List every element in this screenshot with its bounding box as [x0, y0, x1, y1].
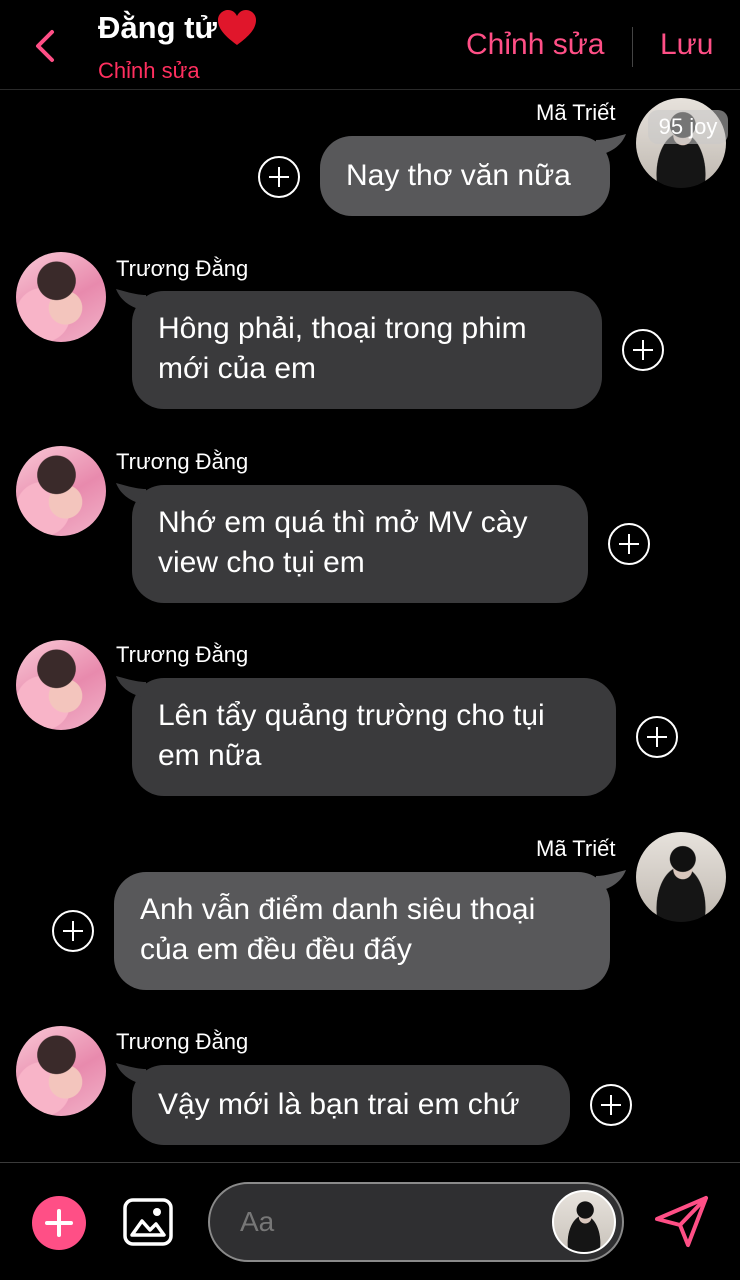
- message-bubble[interactable]: Nay thơ văn nữa: [320, 136, 610, 216]
- input-placeholder: Aa: [240, 1206, 275, 1237]
- composer-bar: Aa: [0, 1162, 740, 1280]
- bubble-tail: [116, 289, 146, 311]
- avatar[interactable]: [16, 446, 106, 536]
- sender-name: Trương Đằng: [116, 256, 249, 281]
- message-bubble[interactable]: Nhớ em quá thì mở MV cày view cho tụi em: [132, 485, 588, 603]
- heart-icon: [218, 10, 256, 45]
- message-text-line: Lên tẩy quảng trường cho tụi: [158, 699, 545, 732]
- message-text: Vậy mới là bạn trai em chứ: [158, 1088, 520, 1121]
- message-text-line: view cho tụi em: [158, 546, 365, 579]
- avatar[interactable]: [636, 832, 726, 922]
- header-bar: Đằng tử Chỉnh sửa Chỉnh sửa Lưu: [0, 0, 740, 90]
- add-reaction-icon[interactable]: [622, 329, 664, 371]
- add-reaction-icon[interactable]: [636, 716, 678, 758]
- bubble-tail: [596, 134, 626, 156]
- add-reaction-icon[interactable]: [590, 1084, 632, 1126]
- bubble-tail: [116, 1063, 146, 1085]
- sender-name: Trương Đằng: [116, 1029, 249, 1054]
- bubble-tail: [116, 483, 146, 505]
- avatar[interactable]: [16, 1026, 106, 1116]
- edit-button[interactable]: Chỉnh sửa: [466, 28, 605, 62]
- message-bubble[interactable]: Hông phải, thoại trong phim mới của em: [132, 291, 602, 409]
- chat-subtitle: Chỉnh sửa: [98, 58, 200, 83]
- message-text: Nay thơ văn nữa: [346, 159, 571, 192]
- sender-avatar[interactable]: [552, 1190, 616, 1254]
- add-reaction-icon[interactable]: [258, 156, 300, 198]
- add-reaction-icon[interactable]: [608, 523, 650, 565]
- avatar-tag: 95 joy: [648, 110, 728, 144]
- add-reaction-icon[interactable]: [52, 910, 94, 952]
- message-bubble[interactable]: Anh vẫn điểm danh siêu thoại của em đều …: [114, 872, 610, 990]
- message-text-line: Anh vẫn điểm danh siêu thoại: [140, 893, 536, 926]
- sender-name: Trương Đằng: [116, 642, 249, 667]
- message-text-line: mới của em: [158, 352, 317, 385]
- message-bubble[interactable]: Lên tẩy quảng trường cho tụi em nữa: [132, 678, 616, 796]
- image-icon[interactable]: [122, 1197, 174, 1247]
- save-button[interactable]: Lưu: [660, 28, 713, 62]
- chat-title: Đằng tử: [98, 10, 217, 45]
- avatar[interactable]: [16, 640, 106, 730]
- message-bubble[interactable]: Vậy mới là bạn trai em chứ: [132, 1065, 570, 1145]
- message-text-line: Hông phải, thoại trong phim: [158, 312, 527, 345]
- message-text-line: em nữa: [158, 739, 262, 772]
- message-text-line: Nhớ em quá thì mở MV cày: [158, 506, 528, 539]
- sender-name: Mã Triết: [536, 100, 616, 125]
- header-divider: [632, 27, 633, 67]
- send-icon[interactable]: [654, 1195, 710, 1249]
- back-chevron-icon[interactable]: [28, 28, 62, 64]
- sender-name: Trương Đằng: [116, 449, 249, 474]
- bubble-tail: [596, 870, 626, 892]
- plus-icon[interactable]: [32, 1196, 86, 1250]
- sender-name: Mã Triết: [536, 836, 616, 861]
- bubble-tail: [116, 676, 146, 698]
- message-text-line: của em đều đều đấy: [140, 933, 412, 966]
- avatar[interactable]: [16, 252, 106, 342]
